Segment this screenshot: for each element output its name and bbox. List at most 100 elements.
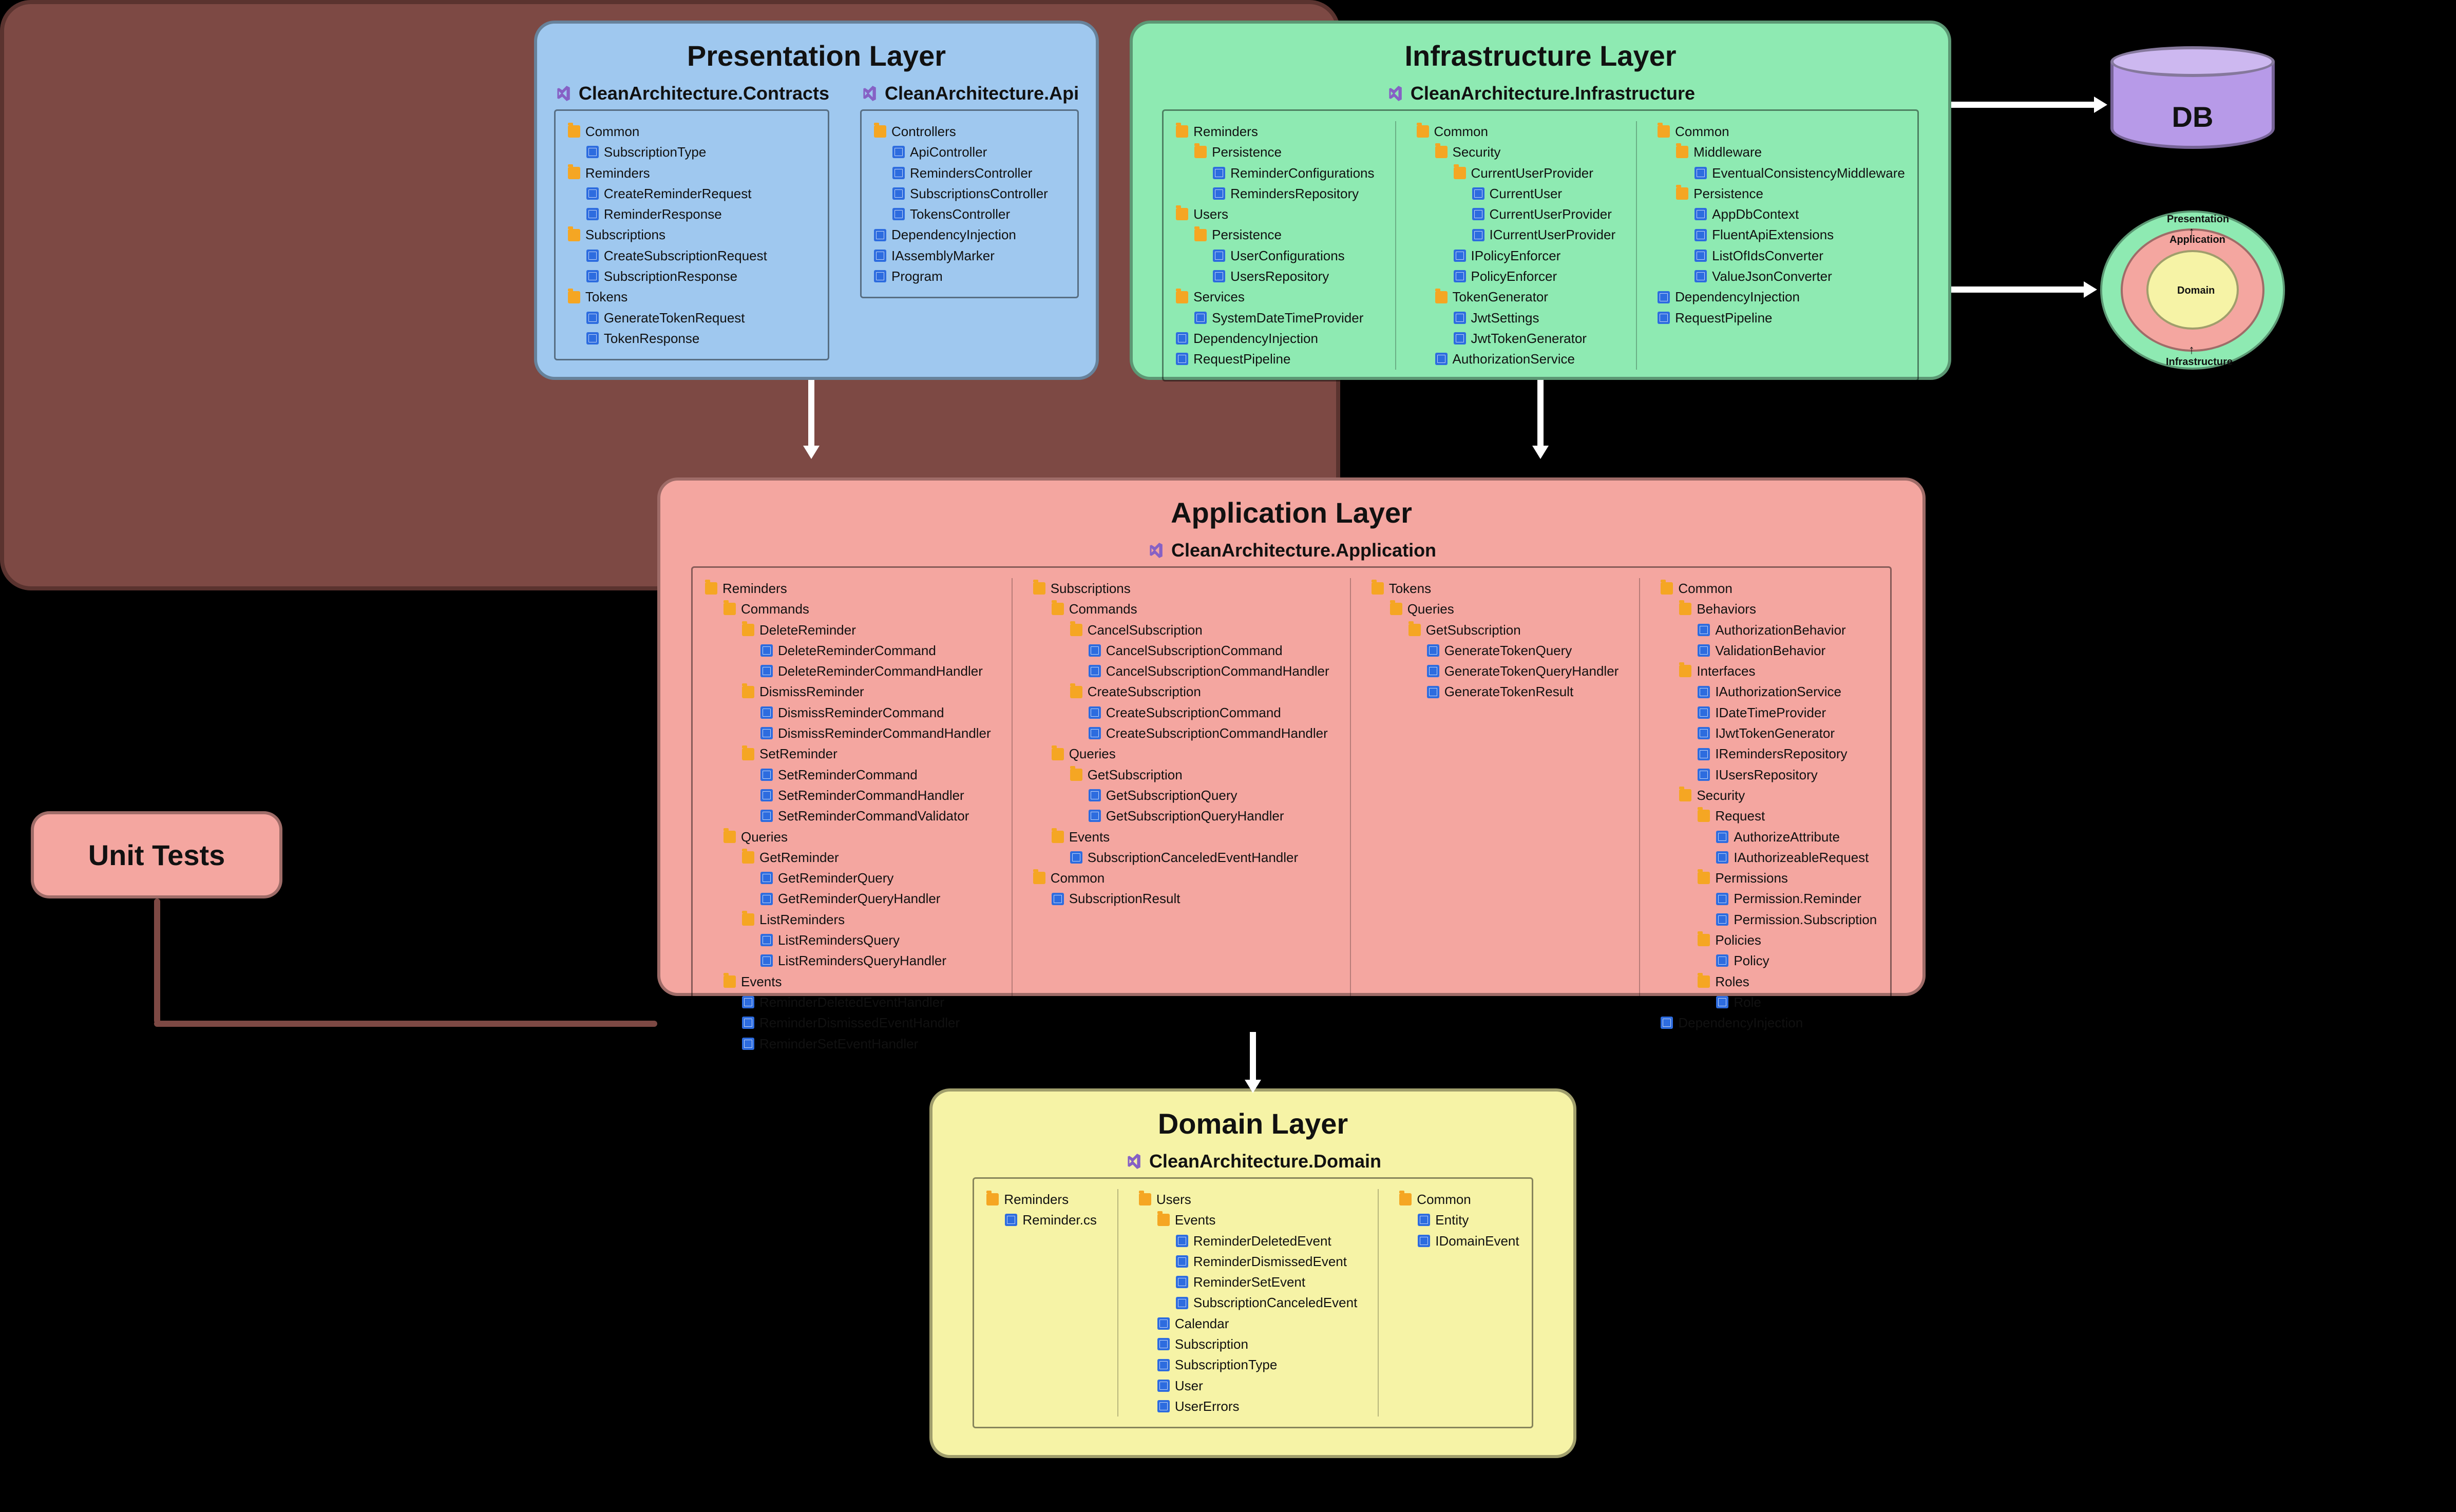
file-subscriptioncanceledeventhandler: SubscriptionCanceledEventHandler <box>1033 847 1329 868</box>
node-label: Queries <box>1069 743 1116 764</box>
folder-events: Events <box>705 971 991 992</box>
node-label: ReminderResponse <box>604 204 722 224</box>
folder-events: Events <box>1033 827 1329 847</box>
file-icon <box>874 229 886 241</box>
project-app: CleanArchitecture.Application RemindersC… <box>691 540 1892 1066</box>
folder-icon <box>1139 1193 1151 1205</box>
file-icon <box>1213 187 1225 200</box>
file-currentuserprovider: CurrentUserProvider <box>1417 204 1616 224</box>
folder-icon <box>874 125 886 138</box>
node-label: GetSubscriptionQuery <box>1106 785 1237 806</box>
project-domain: CleanArchitecture.Domain RemindersRemind… <box>973 1151 1533 1428</box>
folder-icon <box>568 291 580 303</box>
node-label: Subscriptions <box>585 224 665 245</box>
file-icon <box>1418 1214 1430 1226</box>
folder-icon <box>705 582 717 595</box>
node-label: Security <box>1453 142 1501 162</box>
node-label: SubscriptionType <box>1175 1354 1277 1375</box>
node-label: SystemDateTimeProvider <box>1212 308 1363 328</box>
onion-domain-label: Domain <box>2177 285 2215 297</box>
file-subscriptioncanceledevent: SubscriptionCanceledEvent <box>1139 1292 1357 1313</box>
file-apicontroller: ApiController <box>874 142 1065 162</box>
tree-column: RemindersPersistenceReminderConfiguratio… <box>1176 121 1374 370</box>
file-icon <box>760 644 773 657</box>
node-label: Subscriptions <box>1051 578 1131 599</box>
node-label: CreateSubscriptionCommand <box>1106 702 1281 723</box>
file-icon <box>760 810 773 822</box>
file-policy: Policy <box>1661 950 1877 971</box>
folder-roles: Roles <box>1661 971 1877 992</box>
file-icon <box>1695 208 1707 220</box>
file-icon <box>586 208 599 220</box>
folder-reminders: Reminders <box>986 1189 1097 1210</box>
node-label: SubscriptionCanceledEvent <box>1193 1292 1357 1313</box>
folder-users: Users <box>1176 204 1374 224</box>
tree-app: RemindersCommandsDeleteReminderDeleteRem… <box>691 566 1892 1066</box>
project-name: CleanArchitecture.Infrastructure <box>1411 83 1695 104</box>
file-appdbcontext: AppDbContext <box>1658 204 1905 224</box>
file-icon <box>1418 1235 1430 1247</box>
domain-title: Domain Layer <box>932 1092 1573 1140</box>
node-label: TokenResponse <box>604 328 699 349</box>
node-label: DeleteReminder <box>759 620 856 640</box>
folder-getsubscription: GetSubscription <box>1033 764 1329 785</box>
file-icon <box>874 250 886 262</box>
file-program: Program <box>874 266 1065 286</box>
tree-domain: RemindersReminder.csUsersEventsReminderD… <box>973 1177 1533 1428</box>
node-label: Reminders <box>722 578 787 599</box>
file-iremindersrepository: IRemindersRepository <box>1661 743 1877 764</box>
file-icon <box>760 934 773 946</box>
node-label: SubscriptionResponse <box>604 266 737 286</box>
node-label: Events <box>741 971 782 992</box>
infrastructure-projects: CleanArchitecture.Infrastructure Reminde… <box>1133 72 1948 402</box>
tree-column: CommonBehaviorsAuthorizationBehaviorVali… <box>1639 578 1877 1054</box>
node-label: Reminders <box>1004 1189 1069 1210</box>
folder-common: Common <box>1033 868 1329 888</box>
node-label: GetReminderQueryHandler <box>778 888 940 909</box>
file-icon <box>586 312 599 324</box>
file-icon <box>1427 686 1439 698</box>
node-label: Common <box>585 121 639 142</box>
folder-interfaces: Interfaces <box>1661 661 1877 681</box>
file-icon <box>1454 312 1466 324</box>
file-jwttokengenerator: JwtTokenGenerator <box>1417 328 1616 349</box>
file-icon <box>1176 1297 1188 1309</box>
file-authorizeattribute: AuthorizeAttribute <box>1661 827 1877 847</box>
folder-controllers: Controllers <box>874 121 1065 142</box>
node-label: Policy <box>1734 950 1769 971</box>
folder-icon <box>1176 125 1188 138</box>
file-createsubscriptioncommandhandler: CreateSubscriptionCommandHandler <box>1033 723 1329 743</box>
file-icon <box>742 1038 754 1050</box>
file-icon <box>1089 644 1101 657</box>
node-label: ICurrentUserProvider <box>1490 224 1616 245</box>
node-label: SetReminderCommandHandler <box>778 785 964 806</box>
node-label: Permissions <box>1715 868 1788 888</box>
file-reminderseteventhandler: ReminderSetEventHandler <box>705 1033 991 1054</box>
file-icon <box>1695 250 1707 262</box>
folder-icon <box>1658 125 1670 138</box>
node-label: CreateReminderRequest <box>604 183 752 204</box>
folder-listreminders: ListReminders <box>705 909 991 930</box>
node-label: CancelSubscriptionCommand <box>1106 640 1283 661</box>
node-label: Tokens <box>1389 578 1431 599</box>
node-label: Tokens <box>585 286 627 307</box>
folder-tokengenerator: TokenGenerator <box>1417 286 1616 307</box>
node-label: RequestPipeline <box>1193 349 1290 369</box>
vs-icon <box>1147 542 1164 559</box>
project-name: CleanArchitecture.Domain <box>1149 1151 1381 1172</box>
file-icon <box>1089 665 1101 677</box>
node-label: CurrentUserProvider <box>1490 204 1612 224</box>
folder-reminders: Reminders <box>568 163 815 183</box>
node-label: IDateTimeProvider <box>1715 702 1826 723</box>
folder-icon <box>1679 665 1691 677</box>
node-label: GetSubscription <box>1088 764 1183 785</box>
node-label: TokensController <box>910 204 1010 224</box>
file-reminderdeletedeventhandler: ReminderDeletedEventHandler <box>705 992 991 1012</box>
tree-column: SubscriptionsCommandsCancelSubscriptionC… <box>1012 578 1329 1054</box>
file-reminderdismissedevent: ReminderDismissedEvent <box>1139 1251 1357 1272</box>
file-icon <box>1089 727 1101 739</box>
folder-security: Security <box>1417 142 1616 162</box>
node-label: Events <box>1069 827 1110 847</box>
domain-projects: CleanArchitecture.Domain RemindersRemind… <box>932 1140 1573 1449</box>
file-tokenscontroller: TokensController <box>874 204 1065 224</box>
